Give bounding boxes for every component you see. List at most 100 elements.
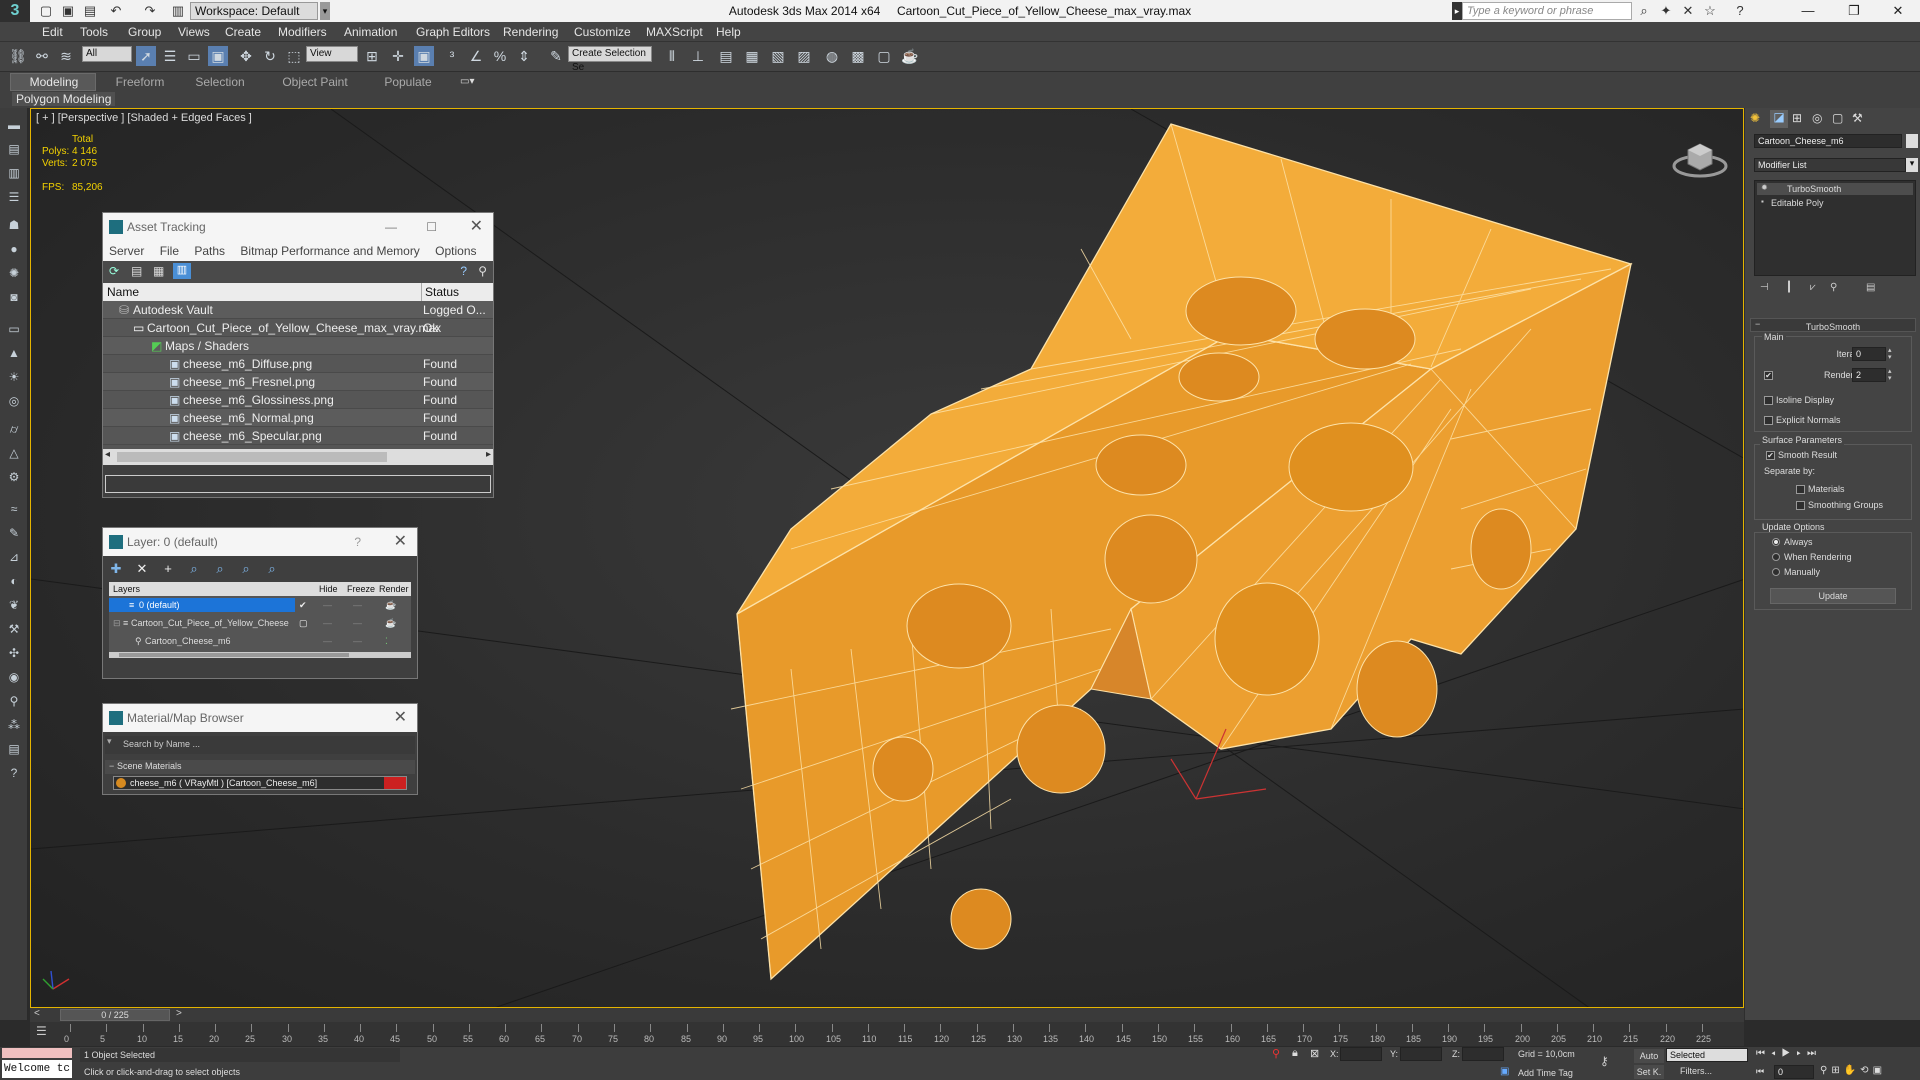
table-row[interactable]: ▣ cheese_m6_Fresnel.png Found bbox=[103, 373, 493, 391]
rectangular-selection-icon[interactable]: ▭ bbox=[184, 46, 204, 66]
render-setup-icon[interactable]: ▩ bbox=[848, 46, 868, 66]
search-expand-icon[interactable]: ▸ bbox=[1452, 2, 1462, 20]
material-search-bar[interactable]: ▾ Search by Name ... bbox=[105, 736, 415, 754]
dialog-minimize-icon[interactable]: — bbox=[385, 213, 397, 241]
communication-center-icon[interactable]: ✕ bbox=[1680, 3, 1696, 19]
menu-help[interactable]: Help bbox=[716, 22, 741, 42]
expand-icon[interactable]: ▪ bbox=[1761, 197, 1764, 206]
asset-menu-server[interactable]: Server bbox=[109, 244, 144, 258]
menu-group[interactable]: Group bbox=[128, 22, 161, 42]
material-browser-close-icon[interactable]: ✕ bbox=[394, 704, 407, 732]
table-row[interactable]: ◩ Maps / Shaders bbox=[103, 337, 493, 355]
save-file-icon[interactable]: ▤ bbox=[82, 3, 98, 19]
leaf-icon[interactable]: ❦ bbox=[4, 596, 24, 614]
menu-animation[interactable]: Animation bbox=[344, 22, 397, 42]
layer-scrollbar-thumb[interactable] bbox=[119, 653, 349, 657]
new-layer-icon[interactable]: ✚ bbox=[103, 556, 129, 582]
layer-manager-icon[interactable]: ▤ bbox=[716, 46, 736, 66]
x-coord-field[interactable] bbox=[1340, 1047, 1382, 1061]
material-search-input[interactable]: Search by Name ... bbox=[123, 739, 200, 749]
gear-icon[interactable]: ⚙ bbox=[4, 468, 24, 486]
stack-item-editable-poly[interactable]: ▪ Editable Poly bbox=[1757, 197, 1913, 209]
current-layer-check-icon[interactable]: ✔ bbox=[299, 596, 307, 614]
tab-populate[interactable]: Populate bbox=[368, 74, 448, 90]
stack-item-turbosmooth[interactable]: ✹ TurboSmooth bbox=[1757, 183, 1913, 195]
render-teapot-icon[interactable]: ☕ bbox=[385, 614, 396, 632]
brush-icon[interactable]: ✎ bbox=[4, 524, 24, 542]
undo-icon[interactable]: ↶ bbox=[108, 3, 124, 19]
book-icon[interactable]: ▤ bbox=[4, 740, 24, 758]
auto-key-button[interactable]: Auto bbox=[1634, 1049, 1664, 1063]
col-name[interactable]: Name bbox=[107, 283, 139, 301]
table-row[interactable]: ▣ cheese_m6_Normal.png Found bbox=[103, 409, 493, 427]
light-icon[interactable]: ✺ bbox=[4, 264, 24, 282]
angle-snap-icon[interactable]: ∠ bbox=[466, 46, 486, 66]
col-hide[interactable]: Hide bbox=[319, 582, 338, 596]
col-freeze[interactable]: Freeze bbox=[347, 582, 375, 596]
box-icon[interactable]: ▭ bbox=[4, 320, 24, 338]
infocenter-binoculars-icon[interactable]: ⌕ bbox=[1636, 3, 1652, 19]
time-tag-icon[interactable]: ▣ bbox=[1500, 1066, 1509, 1077]
set-key-button[interactable]: Set K. bbox=[1634, 1065, 1664, 1079]
list-icon[interactable]: ☰ bbox=[4, 188, 24, 206]
asset-menu-bitmap[interactable]: Bitmap Performance and Memory bbox=[240, 244, 419, 258]
delete-layer-icon[interactable]: ✕ bbox=[129, 556, 155, 582]
tab-freeform[interactable]: Freeform bbox=[100, 74, 180, 90]
menu-maxscript[interactable]: MAXScript bbox=[646, 22, 703, 42]
horizontal-scrollbar[interactable]: ◂ ▸ bbox=[103, 449, 493, 465]
pivot-center-icon[interactable]: ⊞ bbox=[362, 46, 382, 66]
hammer-icon[interactable]: ⚒ bbox=[4, 620, 24, 638]
select-by-name-icon[interactable]: ☰ bbox=[160, 46, 180, 66]
window-crossing-icon[interactable]: ▣ bbox=[208, 46, 228, 66]
freeze-toggle[interactable]: — bbox=[353, 596, 362, 614]
render-teapot-icon[interactable]: ☕ bbox=[385, 596, 396, 614]
slider-next-icon[interactable]: > bbox=[176, 1008, 182, 1019]
ribbon-options-icon[interactable]: ▭▾ bbox=[460, 76, 478, 88]
isolate-selection-icon[interactable]: ⚲ bbox=[1272, 1047, 1280, 1060]
key-mode-select[interactable]: Selected bbox=[1666, 1048, 1748, 1062]
menu-rendering[interactable]: Rendering bbox=[503, 22, 558, 42]
refresh-icon[interactable]: ⟳ bbox=[109, 264, 119, 278]
graphite-ribbon-icon[interactable]: ▦ bbox=[742, 46, 762, 66]
add-time-tag-label[interactable]: Add Time Tag bbox=[1518, 1068, 1573, 1078]
table-row[interactable]: ▣ cheese_m6_Specular.png Found bbox=[103, 427, 493, 445]
maximize-icon[interactable]: ❐ bbox=[1836, 0, 1872, 22]
maximize-viewport-icon[interactable]: ▣ bbox=[1873, 1065, 1886, 1076]
absolute-mode-icon[interactable]: ⊠ bbox=[1310, 1047, 1319, 1060]
select-manipulate-icon[interactable]: ✛ bbox=[388, 46, 408, 66]
isoline-checkbox[interactable] bbox=[1764, 396, 1773, 405]
snaps-toggle-icon[interactable]: ³ bbox=[442, 46, 462, 66]
workspace-select[interactable]: Workspace: Default bbox=[190, 2, 318, 20]
mini-curve-editor-icon[interactable]: ☰ bbox=[36, 1024, 54, 1044]
materials-checkbox[interactable] bbox=[1796, 485, 1805, 494]
current-frame-field[interactable]: 0 bbox=[1774, 1065, 1814, 1079]
spinner-snap-icon[interactable]: ⇕ bbox=[514, 46, 534, 66]
bind-space-warp-icon[interactable]: ≋ bbox=[56, 46, 76, 66]
create-tab-icon[interactable]: ✺ bbox=[1750, 111, 1760, 125]
asset-menu-paths[interactable]: Paths bbox=[194, 244, 225, 258]
select-object-icon[interactable]: ➚ bbox=[136, 46, 156, 66]
open-file-icon[interactable]: ▣ bbox=[60, 3, 76, 19]
material-item[interactable]: cheese_m6 ( VRayMtl ) [Cartoon_Cheese_m6… bbox=[113, 776, 407, 790]
schematic-view-icon[interactable]: ▨ bbox=[794, 46, 814, 66]
menu-customize[interactable]: Customize bbox=[574, 22, 631, 42]
gizmo-icon[interactable]: ✣ bbox=[4, 644, 24, 662]
pyramid-icon[interactable]: △ bbox=[4, 444, 24, 462]
wave-icon[interactable]: ≈ bbox=[4, 500, 24, 518]
new-file-icon[interactable]: ▢ bbox=[38, 3, 54, 19]
configure-sets-icon[interactable]: ▤ bbox=[1866, 282, 1875, 293]
globe-icon[interactable]: ◐ bbox=[4, 572, 24, 590]
goto-start-icon[interactable]: ⏮ bbox=[1756, 1048, 1771, 1059]
cone-icon[interactable]: ▲ bbox=[4, 344, 24, 362]
menu-tools[interactable]: Tools bbox=[80, 22, 108, 42]
tab-selection[interactable]: Selection bbox=[180, 74, 260, 90]
time-slider-thumb[interactable]: 0 / 225 bbox=[60, 1009, 170, 1021]
align-icon[interactable]: ⊥ bbox=[688, 46, 708, 66]
make-unique-icon[interactable]: ⩗ bbox=[1810, 282, 1816, 293]
object-name-field[interactable]: Cartoon_Cheese_m6 bbox=[1754, 134, 1902, 148]
render-iters-spinner[interactable]: 2 bbox=[1852, 368, 1886, 382]
asset-path-field[interactable] bbox=[105, 475, 491, 493]
project-folder-icon[interactable]: ▥ bbox=[170, 3, 186, 19]
hide-all-icon[interactable]: ⌕ bbox=[233, 556, 259, 582]
help-icon[interactable]: ? bbox=[1732, 3, 1748, 19]
